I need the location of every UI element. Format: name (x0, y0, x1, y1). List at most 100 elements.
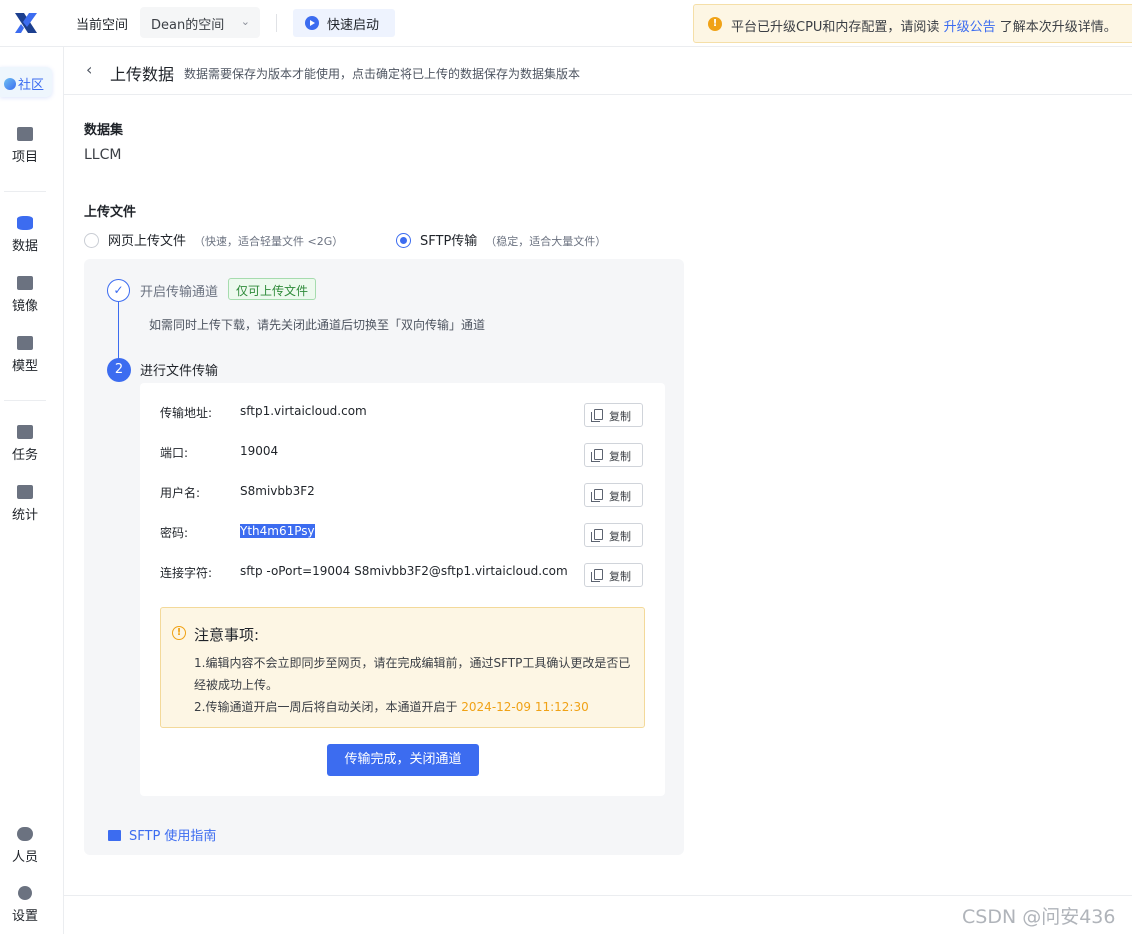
copy-password-button[interactable]: 复制 (584, 523, 643, 547)
sidebar-item-images[interactable]: 镜像 (0, 276, 50, 314)
status-badge: 仅可上传文件 (228, 278, 317, 300)
attention-line-3-text: 2.传输通道开启一周后将自动关闭，本通道开启于 (194, 700, 458, 714)
copy-icon (591, 449, 603, 462)
radio-hint: （快速，适合轻量文件 <2G） (194, 235, 344, 248)
username-value[interactable]: S8mivbb3F2 (240, 484, 315, 498)
sidebar-item-tasks[interactable]: 任务 (0, 425, 50, 463)
upgrade-notice-link[interactable]: 升级公告 (944, 20, 996, 35)
quick-start-label: 快速启动 (327, 18, 380, 33)
space-select[interactable]: Dean的空间 ⌄ (140, 7, 260, 38)
gear-icon (18, 886, 32, 900)
copy-icon (591, 489, 603, 502)
play-icon (305, 16, 319, 30)
address-value[interactable]: sftp1.virtaicloud.com (240, 404, 367, 418)
copy-icon (591, 569, 603, 582)
upload-method-radio-group: 网页上传文件 （快速，适合轻量文件 <2G） SFTP传输 （稳定，适合大量文件） (84, 230, 684, 249)
task-icon (17, 425, 33, 439)
space-select-value: Dean的空间 (151, 18, 225, 33)
upload-file-label: 上传文件 (84, 205, 137, 220)
topbar-divider (276, 14, 277, 32)
sidebar-item-label: 模型 (11, 359, 38, 374)
copy-icon (591, 529, 603, 542)
attention-line-3: 2.传输通道开启一周后将自动关闭，本通道开启于 2024-12-09 11:12… (194, 698, 589, 715)
image-icon (17, 276, 33, 290)
stats-icon (17, 485, 33, 499)
copy-label: 复制 (609, 530, 631, 543)
password-value[interactable]: Yth4m61Psy (240, 524, 315, 538)
sidebar-item-settings[interactable]: 设置 (0, 886, 50, 924)
book-icon (108, 830, 121, 841)
warning-icon: ! (708, 17, 722, 31)
watermark: CSDN @问安436 (962, 906, 1116, 928)
copy-address-button[interactable]: 复制 (584, 403, 643, 427)
copy-label: 复制 (609, 570, 631, 583)
attention-box: ! 注意事项: 1.编辑内容不会立即同步至网页，请在完成编辑前，通过SFTP工具… (160, 607, 645, 728)
notice-text: 平台已升级CPU和内存配置，请阅读 (731, 20, 940, 35)
sidebar-item-community[interactable]: 社区 (0, 67, 52, 97)
radio-label: 网页上传文件 (108, 234, 187, 249)
password-label: 密码: (160, 526, 189, 540)
footer-divider (64, 895, 1132, 896)
copy-icon (591, 409, 603, 422)
sidebar-item-stats[interactable]: 统计 (0, 485, 50, 523)
sftp-guide-link[interactable]: SFTP 使用指南 (108, 825, 216, 844)
quick-start-button[interactable]: 快速启动 (293, 9, 395, 37)
attention-title: 注意事项: (194, 626, 260, 644)
copy-port-button[interactable]: 复制 (584, 443, 643, 467)
close-channel-button[interactable]: 传输完成，关闭通道 (327, 744, 479, 776)
sidebar-divider (4, 400, 46, 401)
sidebar-item-people[interactable]: 人员 (0, 827, 50, 865)
step2-title: 进行文件传输 (140, 364, 219, 379)
sidebar-item-label: 项目 (11, 150, 38, 165)
sftp-guide-label: SFTP 使用指南 (129, 829, 217, 844)
sidebar-item-data[interactable]: 数据 (0, 216, 50, 254)
sidebar-item-label: 镜像 (11, 299, 38, 314)
people-icon (17, 827, 33, 841)
radio-circle (84, 233, 99, 248)
back-arrow-icon[interactable]: ‹ (86, 60, 92, 79)
dataset-value: LLCM (84, 147, 122, 163)
connection-string-label: 连接字符: (160, 566, 213, 580)
step2-number: 2 (107, 358, 131, 382)
upgrade-notice-banner: ! 平台已升级CPU和内存配置，请阅读 升级公告 了解本次升级详情。 (693, 4, 1132, 43)
chevron-down-icon: ⌄ (240, 15, 250, 28)
check-icon: ✓ (107, 279, 130, 302)
dataset-label: 数据集 (84, 123, 124, 138)
info-icon: ! (172, 626, 186, 640)
sidebar-item-label: 人员 (11, 850, 38, 865)
community-label: 社区 (18, 78, 45, 93)
port-value[interactable]: 19004 (240, 444, 278, 458)
port-label: 端口: (160, 446, 189, 460)
globe-icon (4, 78, 16, 90)
sidebar-item-models[interactable]: 模型 (0, 336, 50, 374)
step1-description: 如需同时上传下载，请先关闭此通道后切换至「双向传输」通道 (149, 318, 486, 332)
top-bar: 当前空间 Dean的空间 ⌄ 快速启动 ! 平台已升级CPU和内存配置，请阅读 … (0, 0, 1132, 47)
sidebar-item-label: 统计 (11, 508, 38, 523)
copy-username-button[interactable]: 复制 (584, 483, 643, 507)
sidebar-item-label: 设置 (11, 909, 38, 924)
username-label: 用户名: (160, 486, 201, 500)
sidebar-item-projects[interactable]: 项目 (0, 127, 50, 165)
radio-sftp-upload[interactable]: SFTP传输 （稳定，适合大量文件） (396, 230, 606, 249)
connection-card: 传输地址: sftp1.virtaicloud.com 复制 端口: 19004… (140, 383, 665, 796)
radio-label: SFTP传输 (420, 234, 478, 249)
database-icon (17, 216, 33, 230)
address-label: 传输地址: (160, 406, 213, 420)
page-title: 上传数据 (110, 65, 175, 84)
copy-connection-string-button[interactable]: 复制 (584, 563, 643, 587)
radio-hint: （稳定，适合大量文件） (485, 235, 607, 248)
sidebar-item-label: 数据 (11, 239, 38, 254)
copy-label: 复制 (609, 450, 631, 463)
password-selected-text: Yth4m61Psy (240, 524, 315, 538)
sidebar: 社区 项目 数据 镜像 模型 任务 统计 人员 设置 (0, 47, 64, 934)
app-logo-icon[interactable] (12, 9, 40, 37)
channel-open-timestamp: 2024-12-09 11:12:30 (461, 700, 589, 714)
copy-label: 复制 (609, 490, 631, 503)
connection-string-value[interactable]: sftp -oPort=19004 S8mivbb3F2@sftp1.virta… (240, 564, 568, 578)
sftp-panel: ✓ 开启传输通道 仅可上传文件 如需同时上传下载，请先关闭此通道后切换至「双向传… (84, 259, 684, 855)
copy-label: 复制 (609, 410, 631, 423)
page-header: ‹ 上传数据 数据需要保存为版本才能使用，点击确定将已上传的数据保存为数据集版本 (64, 47, 1132, 95)
radio-web-upload[interactable]: 网页上传文件 （快速，适合轻量文件 <2G） (84, 230, 343, 249)
model-icon (17, 336, 33, 350)
main-content: ‹ 上传数据 数据需要保存为版本才能使用，点击确定将已上传的数据保存为数据集版本… (64, 47, 1132, 934)
